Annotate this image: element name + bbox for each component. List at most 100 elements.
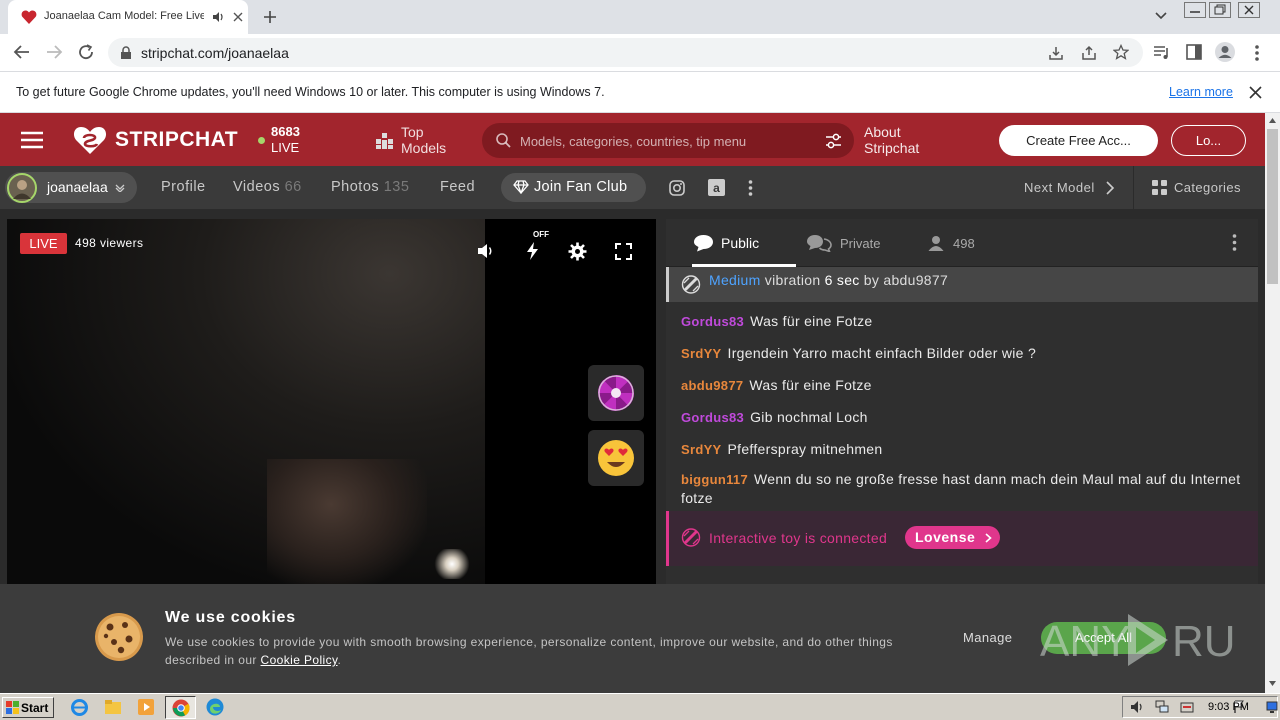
show-desktop-icon[interactable] (1266, 701, 1278, 714)
cookie-policy-link[interactable]: Cookie Policy (261, 653, 338, 667)
install-icon[interactable] (1048, 45, 1064, 61)
nav-photos[interactable]: Photos 135 (331, 179, 409, 195)
chevron-right-icon[interactable] (1106, 181, 1115, 195)
more-options-icon[interactable] (748, 180, 753, 196)
infobar-message: To get future Google Chrome updates, you… (16, 85, 605, 99)
hamburger-menu-icon[interactable] (21, 131, 43, 149)
page-scrollbar[interactable] (1265, 113, 1280, 693)
chat-username[interactable]: Gordus83 (681, 410, 744, 425)
join-fan-club-button[interactable]: Join Fan Club (501, 173, 646, 202)
chat-message-text: Was für eine Fotze (749, 377, 872, 393)
scroll-down-icon[interactable] (1269, 681, 1276, 686)
browser-tab[interactable]: Joanaelaa Cam Model: Free Live (8, 0, 248, 34)
media-player-icon[interactable] (137, 698, 155, 716)
system-tray (1122, 696, 1278, 718)
bookmark-star-icon[interactable] (1113, 44, 1129, 60)
tab-audio-icon[interactable] (212, 11, 224, 23)
media-control-icon[interactable] (1153, 44, 1171, 60)
model-username: joanaelaa (47, 179, 108, 195)
new-tab-icon[interactable] (262, 9, 278, 25)
nav-feed-label: Feed (440, 179, 476, 195)
learn-more-link[interactable]: Learn more (1169, 85, 1233, 99)
address-bar[interactable]: stripchat.com/joanaelaa (108, 38, 1143, 67)
forward-icon[interactable] (45, 44, 63, 60)
nav-feed[interactable]: Feed (440, 179, 475, 195)
lovense-button[interactable]: Lovense (905, 526, 1000, 549)
next-model-link[interactable]: Next Model (1024, 180, 1095, 195)
nav-videos-label: Videos (233, 179, 281, 195)
spin-wheel-button[interactable] (588, 365, 644, 421)
tray-volume-icon[interactable] (1130, 700, 1144, 714)
side-panel-icon[interactable] (1186, 44, 1202, 60)
settings-gear-icon[interactable] (568, 242, 587, 261)
tray-network-icon[interactable] (1155, 700, 1169, 714)
nav-photos-label: Photos (331, 179, 380, 195)
amazon-wishlist-icon[interactable]: a (708, 179, 725, 196)
manage-cookies-button[interactable]: Manage (963, 630, 1012, 645)
categories-grid-icon[interactable] (1152, 180, 1167, 195)
search-input[interactable]: Models, categories, countries, tip menu (482, 123, 854, 158)
profile-avatar-icon[interactable] (1214, 41, 1236, 63)
viewer-count: 498 viewers (75, 236, 144, 250)
video-light (432, 549, 472, 579)
model-username-dropdown[interactable]: joanaelaa (5, 172, 137, 203)
nav-profile[interactable]: Profile (161, 179, 206, 195)
chrome-taskbar-button[interactable] (165, 696, 196, 719)
top-models-link[interactable]: Top Models (401, 124, 446, 156)
windows-taskbar: Start 9:03 PM (0, 693, 1280, 720)
scrollbar-thumb[interactable] (1267, 129, 1278, 284)
user-icon (928, 236, 944, 251)
chat-username[interactable]: abdu9877 (681, 378, 743, 393)
site-header: STRIPCHAT 8683 LIVE Top Models Models, c… (0, 113, 1265, 166)
top-models-icon[interactable] (376, 133, 393, 149)
instagram-icon[interactable] (669, 180, 685, 196)
reload-icon[interactable] (77, 43, 95, 61)
about-stripchat-link[interactable]: About Stripchat (864, 124, 919, 156)
tab-public[interactable]: Public (692, 219, 796, 267)
chat-panel: Public Private 498 Medium vibration 6 se… (666, 219, 1258, 584)
scroll-up-icon[interactable] (1269, 118, 1276, 123)
share-icon[interactable] (1081, 45, 1097, 61)
volume-icon[interactable] (477, 243, 495, 259)
tab-public-label: Public (721, 235, 760, 251)
chat-username[interactable]: biggun117 (681, 472, 748, 487)
video-player[interactable]: LIVE 498 viewers OFF (7, 219, 656, 584)
start-button[interactable]: Start (2, 697, 54, 718)
chrome-menu-icon[interactable] (1254, 44, 1260, 62)
chat-username[interactable]: SrdYY (681, 442, 722, 457)
chat-message-text: Wenn du so ne große fresse hast dann mac… (681, 471, 1241, 506)
avatar (7, 173, 37, 203)
file-explorer-icon[interactable] (104, 699, 122, 715)
login-button[interactable]: Lo... (1171, 125, 1246, 156)
stripchat-logo-text[interactable]: STRIPCHAT (115, 128, 238, 152)
back-icon[interactable] (13, 44, 31, 60)
tab-close-icon[interactable] (232, 11, 244, 23)
emoji-reaction-button[interactable] (588, 430, 644, 486)
lightning-icon[interactable] (526, 242, 539, 260)
edge-icon[interactable] (206, 698, 224, 716)
top-models-line1: Top (401, 124, 424, 140)
tab-search-chevron-icon[interactable] (1154, 11, 1168, 21)
search-filter-icon[interactable] (825, 133, 842, 149)
restore-icon[interactable] (1209, 2, 1231, 18)
create-account-button[interactable]: Create Free Acc... (999, 125, 1158, 156)
lovense-label: Lovense (915, 529, 976, 545)
lock-icon[interactable] (120, 46, 132, 60)
model-nav-bar: joanaelaa Profile Videos 66 Photos 135 F… (0, 166, 1265, 209)
live-badge: LIVE (20, 233, 67, 254)
chat-username[interactable]: Gordus83 (681, 314, 744, 329)
close-window-icon[interactable] (1238, 2, 1260, 18)
search-placeholder: Models, categories, countries, tip menu (520, 134, 747, 149)
stripchat-logo-icon[interactable] (73, 125, 107, 155)
user-count: 498 (953, 236, 975, 251)
chat-message-text: Gib nochmal Loch (750, 409, 868, 425)
chat-options-icon[interactable] (1232, 234, 1237, 251)
internet-explorer-icon[interactable] (71, 699, 88, 716)
chat-username[interactable]: SrdYY (681, 346, 722, 361)
minimize-icon[interactable] (1184, 2, 1206, 18)
tray-alert-icon[interactable] (1180, 700, 1194, 714)
categories-link[interactable]: Categories (1174, 180, 1241, 195)
fullscreen-icon[interactable] (615, 243, 632, 260)
nav-videos[interactable]: Videos 66 (233, 179, 302, 195)
infobar-close-icon[interactable] (1249, 86, 1262, 99)
